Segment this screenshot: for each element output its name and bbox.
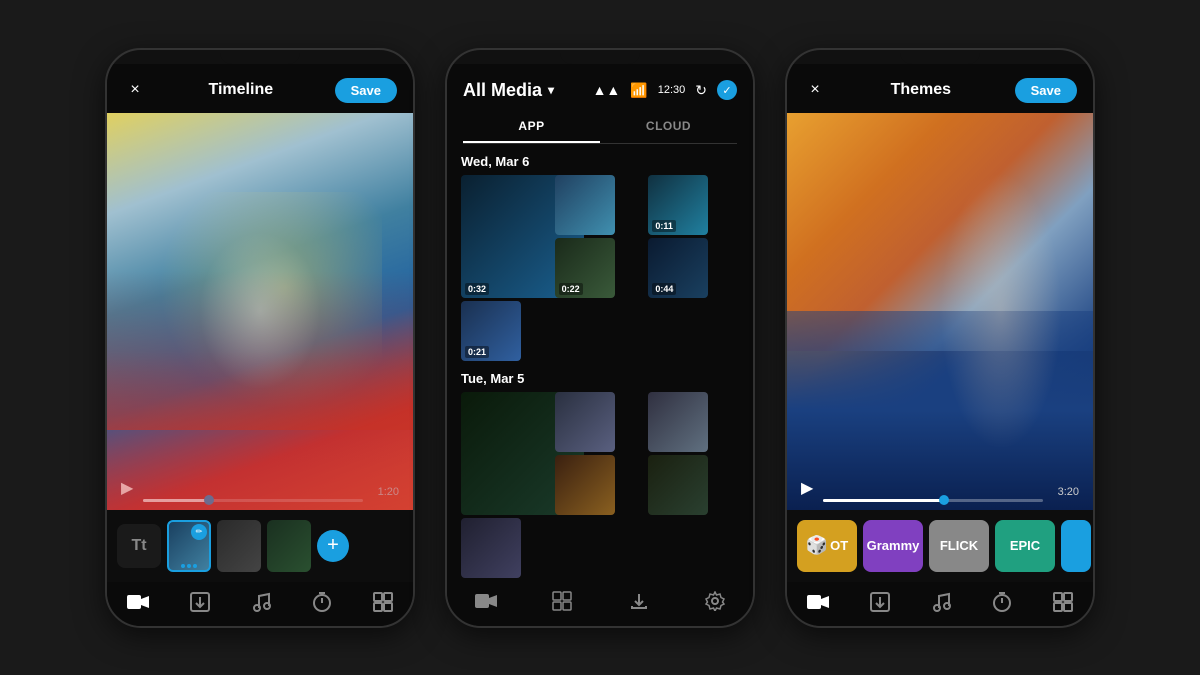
themes-video-duration: 3:20 (1058, 486, 1079, 498)
toolbar-timer-icon[interactable] (312, 592, 332, 612)
flick-label: FLICK (940, 538, 978, 553)
theme-flick-card[interactable]: FLICK (929, 520, 989, 572)
progress-handle[interactable] (204, 495, 214, 505)
themes-progress-handle[interactable] (939, 495, 949, 505)
themes-save-button[interactable]: Save (1015, 78, 1077, 103)
edit-icon: ✏ (191, 524, 207, 540)
phone-notch-1 (220, 50, 300, 64)
wifi-icon: 📶 (630, 82, 647, 99)
media-thumb-9[interactable] (648, 392, 708, 452)
clip-thumb-3[interactable] (267, 520, 311, 572)
date-section-2: Tue, Mar 5 (461, 371, 739, 386)
clip-dots (181, 564, 197, 568)
timeline-header: × Timeline Save (107, 64, 413, 113)
toolbar-settings-icon[interactable] (705, 591, 725, 611)
theme-grammy-card[interactable]: Grammy (863, 520, 923, 572)
themes-title: Themes (891, 81, 951, 99)
media-content: Wed, Mar 6 0:32 0:11 0:22 0:44 0:21 (447, 144, 753, 580)
media-thumb-6[interactable]: 0:21 (461, 301, 521, 361)
dropdown-arrow-icon[interactable]: ▾ (548, 83, 554, 97)
toolbar-music-icon[interactable] (251, 592, 271, 612)
theme-blue-card[interactable] (1061, 520, 1091, 572)
media-grid-2 (461, 392, 739, 578)
video-preview-area[interactable]: ▶ 1:20 (107, 113, 413, 510)
toolbar-video-icon[interactable] (127, 593, 149, 611)
toolbar-download-icon[interactable] (628, 590, 650, 612)
timeline-strip: Tt ✏ + (107, 510, 413, 582)
status-icons: ▲▲ 📶 12:30 ↻ ✓ (593, 80, 737, 100)
tab-cloud[interactable]: CLOUD (600, 111, 737, 143)
media-thumb-8[interactable] (555, 392, 615, 452)
toolbar-themes-music-icon[interactable] (931, 592, 951, 612)
bottom-toolbar-3 (787, 582, 1093, 626)
duration-4: 0:22 (559, 283, 583, 295)
signal-icon: ▲▲ (593, 82, 621, 98)
duration-5: 0:44 (652, 283, 676, 295)
progress-bar[interactable] (143, 499, 363, 502)
epic-label: EPIC (1010, 538, 1040, 553)
timeline-title: Timeline (209, 81, 274, 99)
loot-icon: 🎲 (806, 535, 828, 556)
toolbar-themes-video-icon[interactable] (807, 593, 829, 611)
play-button[interactable]: ▶ (121, 478, 133, 498)
phone-timeline: × Timeline Save ▶ 1:20 Tt ✏ (105, 48, 415, 628)
media-thumb-2[interactable] (555, 175, 615, 235)
toolbar-grid-icon[interactable] (552, 591, 572, 611)
clip-thumb-2[interactable] (217, 520, 261, 572)
tab-app[interactable]: APP (463, 111, 600, 143)
theme-loot-card[interactable]: 🎲 OT (797, 520, 857, 572)
phones-container: × Timeline Save ▶ 1:20 Tt ✏ (0, 0, 1200, 675)
time-display: 12:30 (658, 84, 686, 96)
toolbar-themes-import-icon[interactable] (870, 592, 890, 612)
media-thumb-5[interactable]: 0:44 (648, 238, 708, 298)
refresh-icon[interactable]: ↻ (695, 82, 707, 99)
grammy-label: Grammy (867, 538, 920, 553)
bottom-toolbar-1 (107, 582, 413, 626)
kayak-video-scene (107, 113, 413, 510)
media-thumb-12[interactable] (461, 518, 521, 578)
themes-video-preview[interactable]: ▶ 3:20 (787, 113, 1093, 510)
date-section-1: Wed, Mar 6 (461, 154, 739, 169)
media-thumb-11[interactable] (648, 455, 708, 515)
theme-epic-card[interactable]: EPIC (995, 520, 1055, 572)
toolbar-import-icon[interactable] (190, 592, 210, 612)
add-clip-button[interactable]: + (317, 530, 349, 562)
text-tool-button[interactable]: Tt (117, 524, 161, 568)
themes-progress-bar[interactable] (823, 499, 1043, 502)
bottom-toolbar-2 (447, 580, 753, 626)
duration-1: 0:32 (465, 283, 489, 295)
media-tabs: APP CLOUD (463, 111, 737, 144)
toolbar-video-icon-2[interactable] (475, 592, 497, 610)
progress-fill (143, 499, 209, 502)
media-thumb-10[interactable] (555, 455, 615, 515)
media-grid-1: 0:32 0:11 0:22 0:44 0:21 (461, 175, 739, 361)
clip-thumb-active[interactable]: ✏ (167, 520, 211, 572)
check-icon[interactable]: ✓ (717, 80, 737, 100)
media-thumb-4[interactable]: 0:22 (555, 238, 615, 298)
phone-notch-3 (900, 50, 980, 64)
themes-strip: 🎲 OT Grammy FLICK EPIC (787, 510, 1093, 582)
media-header: All Media ▾ ▲▲ 📶 12:30 ↻ ✓ APP CLOUD (447, 64, 753, 144)
loot-label: OT (830, 538, 848, 553)
close-button[interactable]: × (123, 78, 147, 102)
duration-6: 0:21 (465, 346, 489, 358)
toolbar-layout-icon[interactable] (373, 592, 393, 612)
media-thumb-3[interactable]: 0:11 (648, 175, 708, 235)
surf-video-scene (787, 113, 1093, 510)
media-title: All Media ▾ (463, 80, 554, 101)
media-title-row: All Media ▾ ▲▲ 📶 12:30 ↻ ✓ (463, 80, 737, 101)
toolbar-themes-layout-icon[interactable] (1053, 592, 1073, 612)
themes-header: × Themes Save (787, 64, 1093, 113)
phone-notch-2 (560, 50, 640, 64)
themes-play-button[interactable]: ▶ (801, 478, 813, 498)
phone-media: All Media ▾ ▲▲ 📶 12:30 ↻ ✓ APP CLOUD Wed… (445, 48, 755, 628)
save-button[interactable]: Save (335, 78, 397, 103)
toolbar-themes-timer-icon[interactable] (992, 592, 1012, 612)
themes-progress-fill (823, 499, 944, 502)
duration-3: 0:11 (652, 220, 676, 232)
video-duration: 1:20 (378, 486, 399, 498)
themes-close-button[interactable]: × (803, 78, 827, 102)
phone-themes: × Themes Save ▶ 3:20 🎲 OT (785, 48, 1095, 628)
